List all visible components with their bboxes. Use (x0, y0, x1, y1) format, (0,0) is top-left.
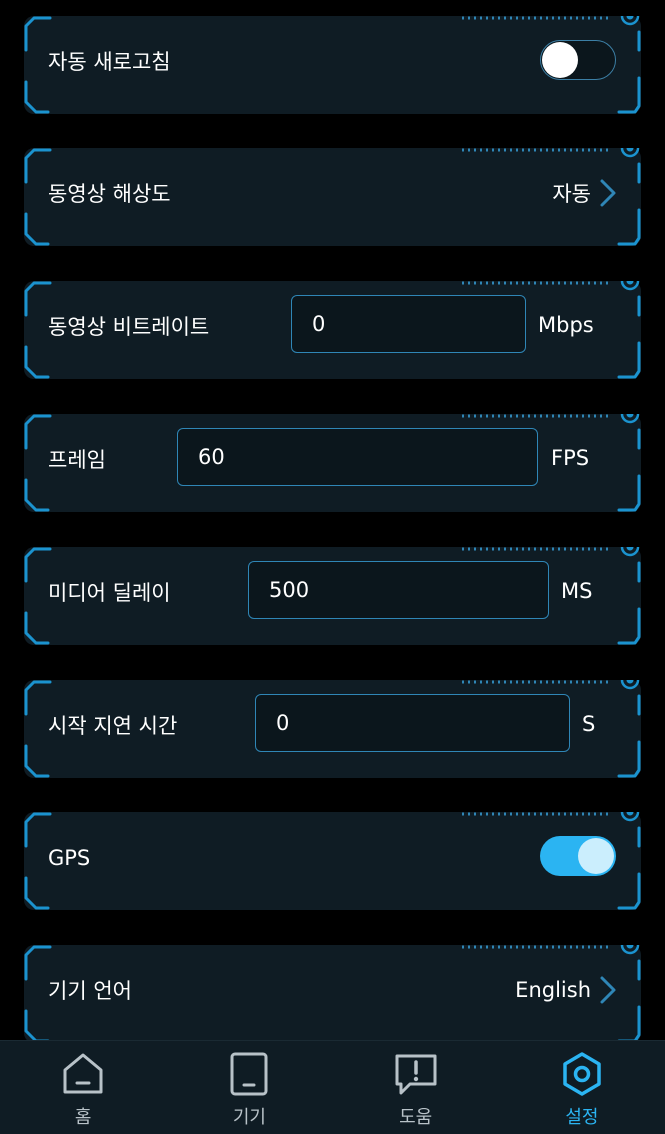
video-resolution-row[interactable]: 동영상 해상도 자동 (24, 148, 641, 246)
device-language-label: 기기 언어 (48, 979, 132, 1003)
media-delay-row: 미디어 딜레이 500 MS (24, 547, 641, 645)
video-bitrate-unit: Mbps (538, 313, 594, 337)
device-language-value: English (515, 978, 591, 1002)
help-icon (395, 1054, 437, 1095)
video-resolution-value: 자동 (552, 182, 591, 206)
media-delay-label: 미디어 딜레이 (48, 581, 171, 605)
media-delay-input[interactable]: 500 (248, 561, 549, 619)
start-delay-input[interactable]: 0 (255, 694, 570, 752)
auto-refresh-row: 자동 새로고침 (24, 16, 641, 114)
device-language-selector[interactable]: English (515, 963, 617, 1017)
bottom-tab-bar: 홈 기기 도움 설정 (0, 1040, 665, 1134)
toggle-knob (542, 42, 578, 78)
frame-row: 프레임 60 FPS (24, 414, 641, 512)
settings-icon (563, 1052, 601, 1096)
tab-help[interactable]: 도움 (333, 1041, 499, 1134)
tab-help-label: 도움 (399, 1107, 433, 1128)
chevron-right-icon (600, 976, 616, 1004)
media-delay-unit: MS (561, 579, 593, 603)
start-delay-unit: S (582, 712, 596, 736)
tab-home[interactable]: 홈 (0, 1041, 166, 1134)
gps-row: GPS (24, 812, 641, 910)
device-language-row[interactable]: 기기 언어 English (24, 945, 641, 1043)
home-icon (63, 1053, 103, 1094)
frame-unit: FPS (551, 446, 590, 470)
video-bitrate-input[interactable]: 0 (291, 295, 526, 353)
frame-label: 프레임 (48, 448, 106, 472)
video-bitrate-row: 동영상 비트레이트 0 Mbps (24, 281, 641, 379)
auto-refresh-toggle[interactable] (540, 40, 616, 80)
device-icon (230, 1052, 268, 1096)
frame-input[interactable]: 60 (177, 428, 538, 486)
tab-settings[interactable]: 설정 (499, 1041, 665, 1134)
tab-home-label: 홈 (74, 1107, 92, 1128)
gps-label: GPS (48, 846, 91, 870)
start-delay-row: 시작 지연 시간 0 S (24, 680, 641, 778)
tab-settings-label: 설정 (565, 1107, 599, 1128)
video-resolution-selector[interactable]: 자동 (552, 166, 617, 220)
video-bitrate-label: 동영상 비트레이트 (48, 315, 210, 339)
chevron-right-icon (600, 179, 616, 207)
tab-device[interactable]: 기기 (166, 1041, 332, 1134)
toggle-knob (578, 838, 614, 874)
video-resolution-label: 동영상 해상도 (48, 182, 171, 206)
tab-device-label: 기기 (232, 1107, 266, 1128)
gps-toggle[interactable] (540, 836, 616, 876)
auto-refresh-label: 자동 새로고침 (48, 50, 171, 74)
start-delay-label: 시작 지연 시간 (48, 714, 178, 738)
